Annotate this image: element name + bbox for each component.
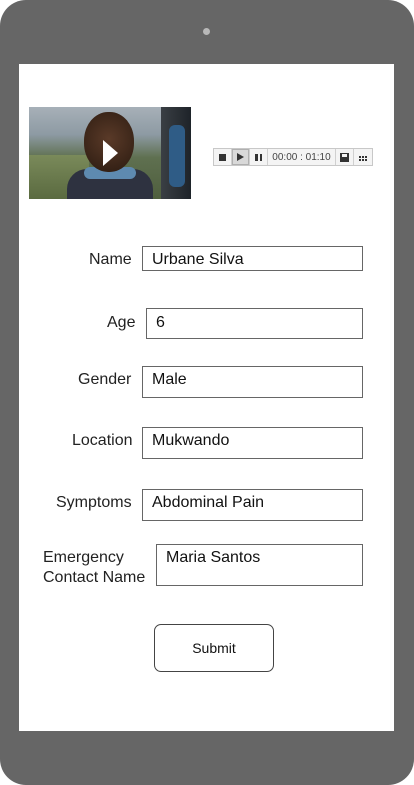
- gender-field[interactable]: Male: [142, 366, 363, 398]
- pause-button[interactable]: [250, 149, 268, 165]
- name-label: Name: [89, 251, 132, 268]
- video-thumbnail[interactable]: [29, 107, 191, 199]
- play-button[interactable]: [232, 149, 250, 165]
- emergency-contact-label-line1: Emergency: [43, 549, 124, 566]
- camera-dot: [203, 28, 210, 35]
- emergency-contact-label-line2: Contact Name: [43, 569, 146, 586]
- menu-icon: [359, 153, 368, 161]
- symptoms-field[interactable]: Abdominal Pain: [142, 489, 363, 521]
- tablet-frame: 00:00 : 01:10 Name Urbane Silva Age 6 Ge…: [0, 0, 414, 785]
- age-field[interactable]: 6: [146, 308, 363, 339]
- symptoms-label: Symptoms: [56, 494, 132, 511]
- age-label: Age: [107, 314, 136, 331]
- location-field[interactable]: Mukwando: [142, 427, 363, 459]
- play-overlay-icon[interactable]: [103, 140, 118, 166]
- time-display: 00:00 : 01:10: [268, 149, 336, 165]
- pause-icon: [255, 153, 262, 161]
- save-icon: [340, 152, 349, 162]
- app-screen: 00:00 : 01:10 Name Urbane Silva Age 6 Ge…: [19, 64, 394, 731]
- save-button[interactable]: [336, 149, 354, 165]
- play-icon: [237, 153, 244, 161]
- name-field[interactable]: Urbane Silva: [142, 246, 363, 271]
- stop-button[interactable]: [214, 149, 232, 165]
- emergency-contact-field[interactable]: Maria Santos: [156, 544, 363, 586]
- video-background: [169, 125, 185, 187]
- media-controls: 00:00 : 01:10: [213, 148, 373, 166]
- menu-button[interactable]: [354, 149, 372, 165]
- stop-icon: [219, 153, 226, 161]
- gender-label: Gender: [78, 371, 132, 388]
- location-label: Location: [72, 432, 133, 449]
- submit-button[interactable]: Submit: [154, 624, 274, 672]
- emergency-contact-label: Emergency Contact Name: [43, 548, 145, 588]
